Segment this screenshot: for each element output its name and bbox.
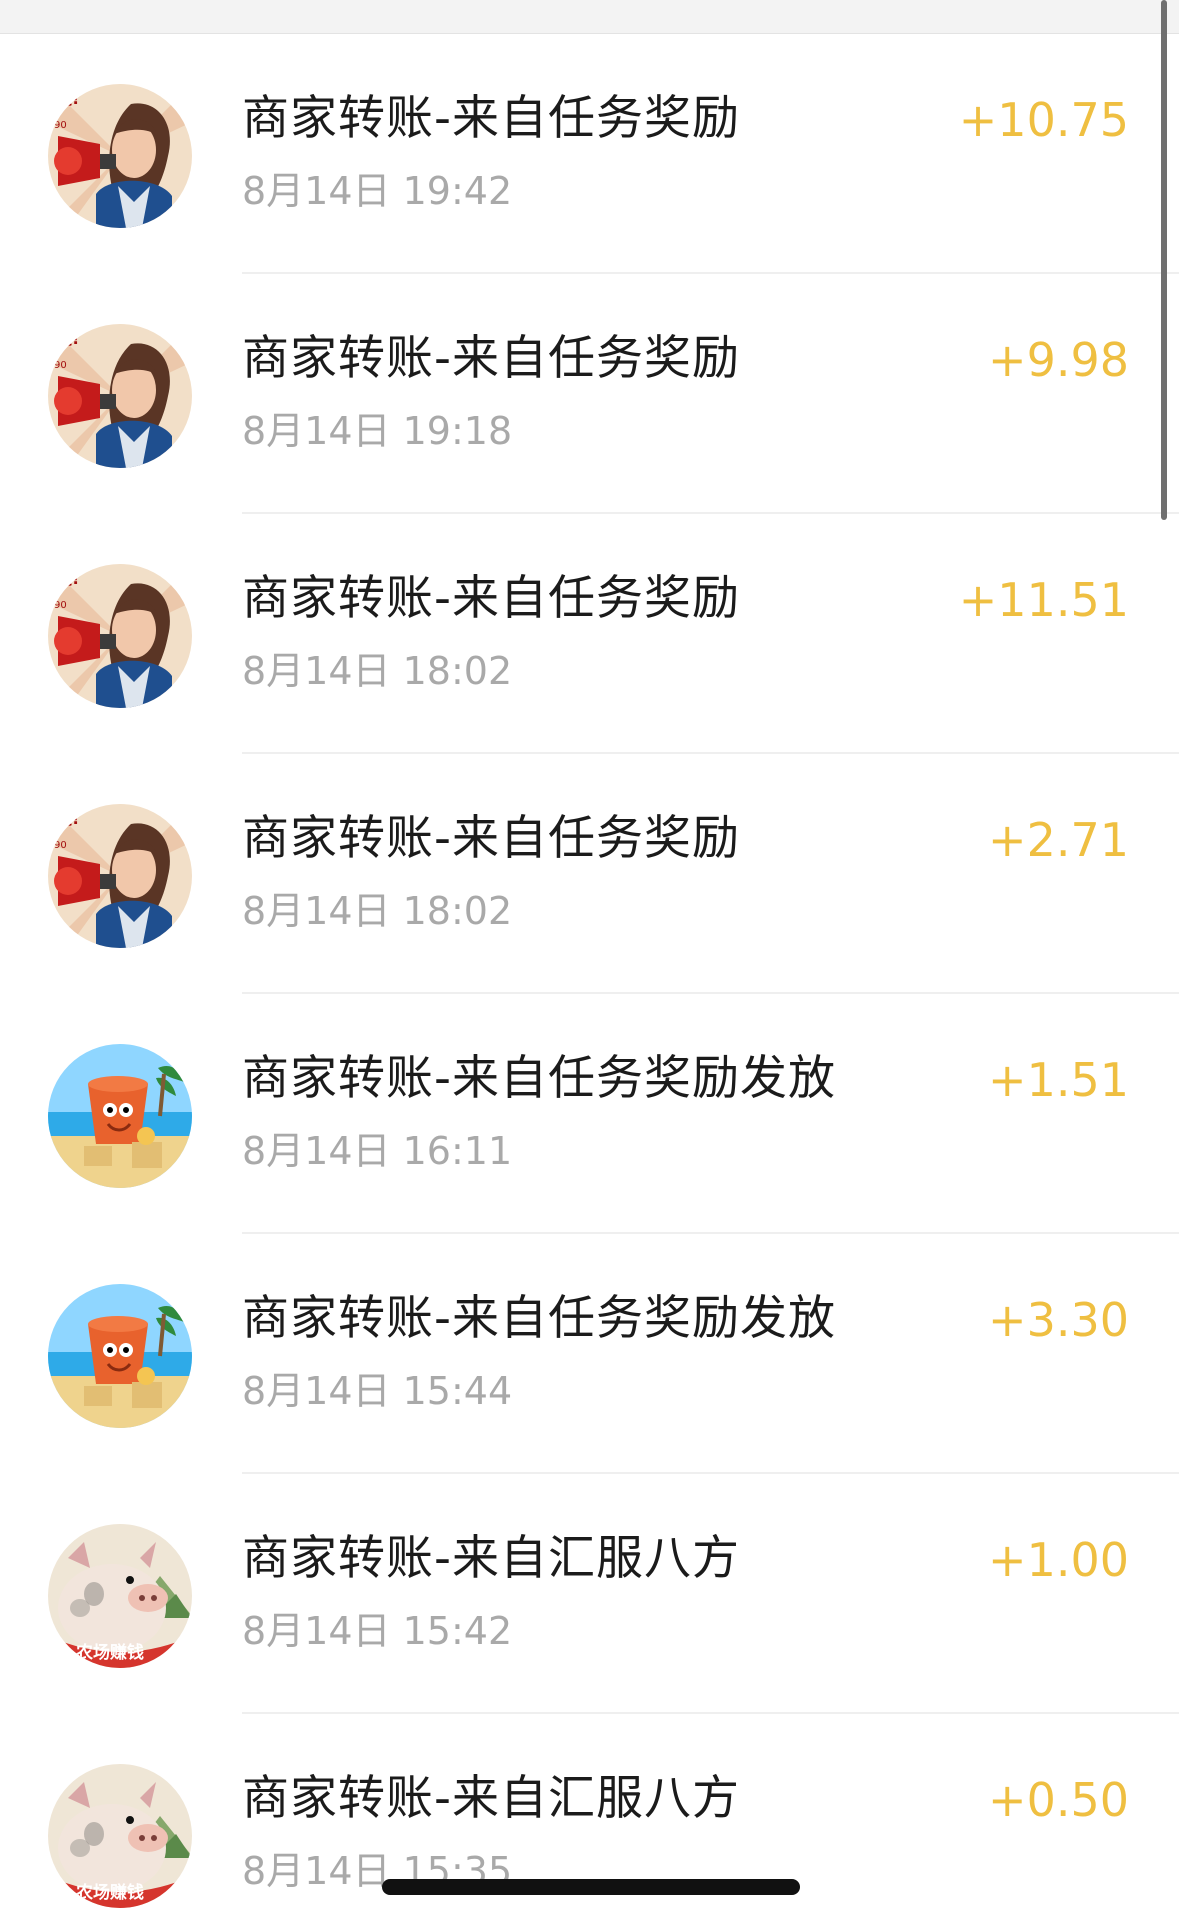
transaction-time: 8月14日 15:44 <box>242 1369 513 1413</box>
beach-bucket-avatar-icon <box>48 1044 192 1188</box>
farm-pig-avatar-icon: 农场赚钱 <box>48 1524 192 1668</box>
transaction-time: 8月14日 19:42 <box>242 169 513 213</box>
transaction-title: 商家转账-来自任务奖励 <box>242 331 740 386</box>
transaction-row[interactable]: 迎! 90 商家转账-来自任务奖励 8月14日 19:18 +9.98 <box>0 274 1179 514</box>
announcer-woman-avatar-icon: 迎! 90 <box>48 84 192 228</box>
transaction-amount: +1.51 <box>988 1053 1129 1107</box>
transaction-title: 商家转账-来自任务奖励发放 <box>242 1291 836 1346</box>
transaction-title: 商家转账-来自任务奖励 <box>242 91 740 146</box>
transaction-time: 8月14日 18:02 <box>242 649 513 693</box>
home-indicator[interactable] <box>382 1879 800 1895</box>
scrollbar[interactable] <box>1161 0 1167 520</box>
transaction-time: 8月14日 16:11 <box>242 1129 513 1173</box>
svg-text:90: 90 <box>54 360 67 371</box>
announcer-woman-avatar-icon: 迎! 90 <box>48 564 192 708</box>
farm-badge-text: 农场赚钱 <box>75 1642 144 1663</box>
transaction-row[interactable]: 商家转账-来自任务奖励发放 8月14日 16:11 +1.51 <box>0 994 1179 1234</box>
transaction-amount: +3.30 <box>988 1293 1129 1347</box>
transaction-time: 8月14日 18:02 <box>242 889 513 933</box>
svg-text:90: 90 <box>54 120 67 131</box>
transaction-row[interactable]: 迎! 90 商家转账-来自任务奖励 8月14日 18:02 +11.51 <box>0 514 1179 754</box>
transaction-title: 商家转账-来自汇服八方 <box>242 1531 740 1586</box>
farm-badge-text: 农场赚钱 <box>75 1882 144 1903</box>
svg-text:迎!: 迎! <box>56 329 79 348</box>
svg-text:90: 90 <box>54 840 67 851</box>
top-bar <box>0 0 1179 34</box>
beach-bucket-avatar-icon <box>48 1284 192 1428</box>
transaction-title: 商家转账-来自汇服八方 <box>242 1771 740 1826</box>
transaction-amount: +10.75 <box>958 93 1129 147</box>
transaction-amount: +2.71 <box>988 813 1129 867</box>
transaction-title: 商家转账-来自任务奖励发放 <box>242 1051 836 1106</box>
transaction-amount: +1.00 <box>988 1533 1129 1587</box>
svg-text:90: 90 <box>54 600 67 611</box>
transaction-amount: +9.98 <box>988 333 1129 387</box>
announcer-woman-avatar-icon: 迎! 90 <box>48 324 192 468</box>
farm-pig-avatar-icon: 农场赚钱 <box>48 1764 192 1908</box>
transaction-amount: +0.50 <box>988 1773 1129 1827</box>
transaction-row[interactable]: 商家转账-来自任务奖励发放 8月14日 15:44 +3.30 <box>0 1234 1179 1474</box>
transaction-title: 商家转账-来自任务奖励 <box>242 571 740 626</box>
transaction-list[interactable]: 迎! 90 商家转账-来自任务奖励 8月14日 19:42 +10.75 迎! … <box>0 34 1179 1919</box>
transaction-title: 商家转账-来自任务奖励 <box>242 811 740 866</box>
svg-text:迎!: 迎! <box>56 569 79 588</box>
transaction-history-screen: 迎! 90 商家转账-来自任务奖励 8月14日 19:42 +10.75 迎! … <box>0 0 1179 1919</box>
transaction-amount: +11.51 <box>958 573 1129 627</box>
svg-text:迎!: 迎! <box>56 89 79 108</box>
transaction-row[interactable]: 农场赚钱 商家转账-来自汇服八方 8月14日 15:42 +1.00 <box>0 1474 1179 1714</box>
announcer-woman-avatar-icon: 迎! 90 <box>48 804 192 948</box>
transaction-row[interactable]: 迎! 90 商家转账-来自任务奖励 8月14日 19:42 +10.75 <box>0 34 1179 274</box>
transaction-time: 8月14日 19:18 <box>242 409 513 453</box>
transaction-row[interactable]: 迎! 90 商家转账-来自任务奖励 8月14日 18:02 +2.71 <box>0 754 1179 994</box>
svg-text:迎!: 迎! <box>56 809 79 828</box>
transaction-time: 8月14日 15:42 <box>242 1609 513 1653</box>
